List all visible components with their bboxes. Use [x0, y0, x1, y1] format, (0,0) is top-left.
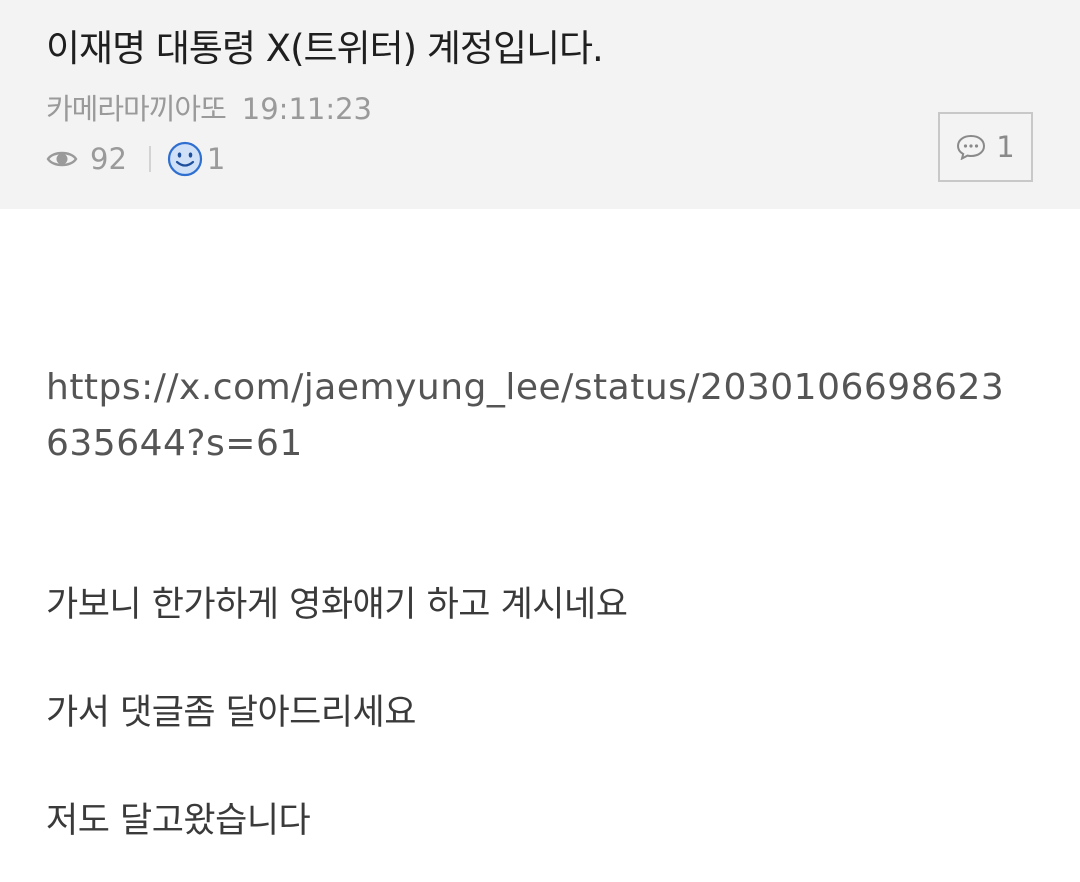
smile-icon[interactable] — [167, 141, 203, 177]
post-meta: 카메라마끼아또 19:11:23 — [46, 89, 372, 129]
post-link[interactable]: https://x.com/jaemyung_lee/status/203010… — [46, 360, 1018, 472]
post-stats: 92 1 — [46, 139, 225, 179]
comment-button[interactable]: 1 — [938, 112, 1033, 182]
like-count: 1 — [206, 142, 226, 176]
speech-bubble-icon — [957, 134, 986, 160]
author-name[interactable]: 카메라마끼아또 — [46, 89, 227, 129]
post-body: https://x.com/jaemyung_lee/status/203010… — [46, 360, 1036, 472]
post-header: 이재명 대통령 X(트위터) 계정입니다. 카메라마끼아또 19:11:23 9… — [0, 0, 1080, 209]
post-time: 19:11:23 — [241, 92, 373, 126]
view-count: 92 — [90, 142, 127, 176]
paragraph-1: 가보니 한가하게 영화얘기 하고 계시네요 — [46, 585, 628, 625]
comment-count: 1 — [996, 130, 1015, 164]
stats-divider — [148, 146, 151, 172]
post-title: 이재명 대통령 X(트위터) 계정입니다. — [46, 27, 604, 70]
eye-icon — [46, 151, 78, 167]
paragraph-2: 가서 댓글좀 달아드리세요 — [46, 693, 416, 733]
paragraph-3: 저도 달고왔습니다 — [46, 801, 311, 841]
